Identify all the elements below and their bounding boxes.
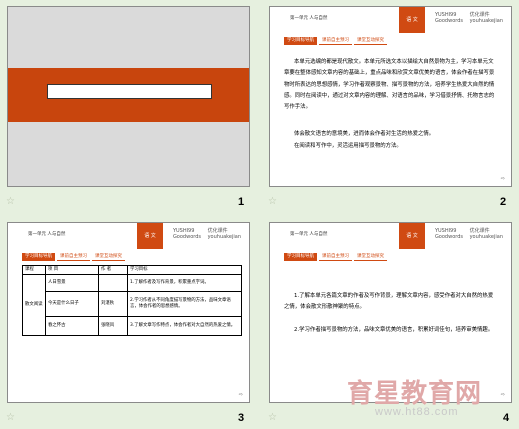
body-paragraph: 本单元选编的都是现代散文。本单元所选文本以描绘大自然景物为主，学习本单元文章要在…: [284, 59, 495, 111]
slide-1-star-icon: ☆: [6, 196, 15, 207]
unit-title: 第一单元 人与自然: [28, 232, 66, 237]
goal-cell: 2.学习作者从不同角度描写景物的方法，品味文章语言，体会作者的思想感情。: [127, 291, 242, 317]
subject-logo: 语 文: [399, 7, 425, 33]
tab-pre-study[interactable]: 课前自主预习: [57, 253, 90, 261]
group-label: 散文阅读: [22, 274, 46, 336]
section-tabs: 学习目标导航 课前自主预习 课堂互动探究: [284, 37, 387, 45]
slide-thumbnail-1[interactable]: [7, 6, 250, 187]
tab-learning-goals[interactable]: 学习目标导航: [284, 37, 317, 45]
next-arrow-icon[interactable]: ⇨: [239, 392, 243, 398]
section-tabs: 学习目标导航 课前自主预习 课堂互动探究: [22, 253, 125, 261]
slide-number-4: 4: [503, 412, 510, 424]
header-item: 项 目: [45, 265, 99, 275]
author-cell: [98, 274, 128, 292]
slide-2-star-icon: ☆: [268, 196, 277, 207]
watermark-url: www.ht88.com: [375, 406, 459, 418]
tab-class-explore[interactable]: 课堂互动探究: [92, 253, 125, 261]
table-row: 今天是什么日子 刘湛秋 2.学习作者从不同角度描写景物的方法，品味文章语言，体会…: [23, 291, 242, 317]
tab-learning-goals[interactable]: 学习目标导航: [284, 253, 317, 261]
table-row: 散文阅读 人日雪景 1.了解作者及写作背景，积累重点字词。: [22, 274, 242, 336]
brand-block-2: 优化课件 youhuakejian: [469, 228, 503, 240]
title-box: [47, 84, 212, 99]
course-plan-table: 课程 项 目 作 者 学习目标 散文阅读 人日雪景 1.了解作者及写作背景，积累…: [22, 265, 242, 336]
watermark-logo: 育星教育网: [347, 379, 483, 409]
body-paragraph: 在阅读和写作中，灵活运用描写景物的方法。: [294, 143, 402, 149]
body-paragraph: 体会散文语言的意境美，进而体会作者对生活的热爱之情。: [294, 131, 435, 137]
tab-class-explore[interactable]: 课堂互动探究: [354, 253, 387, 261]
table-row: 春之怀古 张晓风 3.了解文章写作特点，体会作者对大自然的热爱之情。: [23, 316, 242, 336]
next-arrow-icon[interactable]: ⇨: [501, 176, 505, 182]
tab-pre-study[interactable]: 课前自主预习: [319, 37, 352, 45]
goal-paragraph: 1.了解本单元各篇文章的作者及写作背景，理解文章内容，感受作者对大自然的热爱之情…: [284, 293, 494, 311]
table-header-row: 课程 项 目 作 者 学习目标: [22, 265, 242, 275]
author-cell: 张晓风: [98, 316, 128, 336]
author-cell: 刘湛秋: [98, 291, 128, 317]
unit-title: 第一单元 人与自然: [290, 16, 328, 21]
brand-block: YUSHI99 Goodwords: [434, 12, 463, 24]
brand-block-2: 优化课件 youhuakejian: [469, 12, 503, 24]
subject-logo: 语 文: [137, 223, 163, 249]
next-arrow-icon[interactable]: ⇨: [501, 392, 505, 398]
slide-4-star-icon: ☆: [268, 412, 277, 423]
item-cell: 人日雪景: [45, 274, 99, 292]
section-tabs: 学习目标导航 课前自主预习 课堂互动探究: [284, 253, 387, 261]
header-goal: 学习目标: [127, 265, 242, 275]
header-course: 课程: [22, 265, 46, 275]
tab-class-explore[interactable]: 课堂互动探究: [354, 37, 387, 45]
brand-block: YUSHI99 Goodwords: [172, 228, 201, 240]
goal-paragraph: 2.学习作者描写景物的方法，品味文章优美的语言，积累好词佳句，培养审美情趣。: [294, 327, 494, 333]
item-cell: 今天是什么日子: [45, 291, 99, 317]
goal-cell: 3.了解文章写作特点，体会作者对大自然的热爱之情。: [127, 316, 242, 336]
slide-number-1: 1: [238, 196, 245, 208]
slide-thumbnail-2[interactable]: 第一单元 人与自然 语 文 YUSHI99 Goodwords 优化课件 youhu…: [269, 6, 512, 187]
tab-learning-goals[interactable]: 学习目标导航: [22, 253, 55, 261]
tab-pre-study[interactable]: 课前自主预习: [319, 253, 352, 261]
slide-number-2: 2: [500, 196, 507, 208]
slide-3-star-icon: ☆: [6, 412, 15, 423]
unit-title: 第一单元 人与自然: [290, 232, 328, 237]
slide-thumbnail-3[interactable]: 第一单元 人与自然 语 文 YUSHI99 Goodwords 优化课件 youhu…: [7, 222, 250, 403]
brand-block: YUSHI99 Goodwords: [434, 228, 463, 240]
header-author: 作 者: [98, 265, 128, 275]
item-cell: 春之怀古: [45, 316, 99, 336]
subject-logo: 语 文: [399, 223, 425, 249]
goal-cell: 1.了解作者及写作背景，积累重点字词。: [127, 274, 242, 292]
brand-block-2: 优化课件 youhuakejian: [207, 228, 241, 240]
slide-number-3: 3: [238, 412, 245, 424]
